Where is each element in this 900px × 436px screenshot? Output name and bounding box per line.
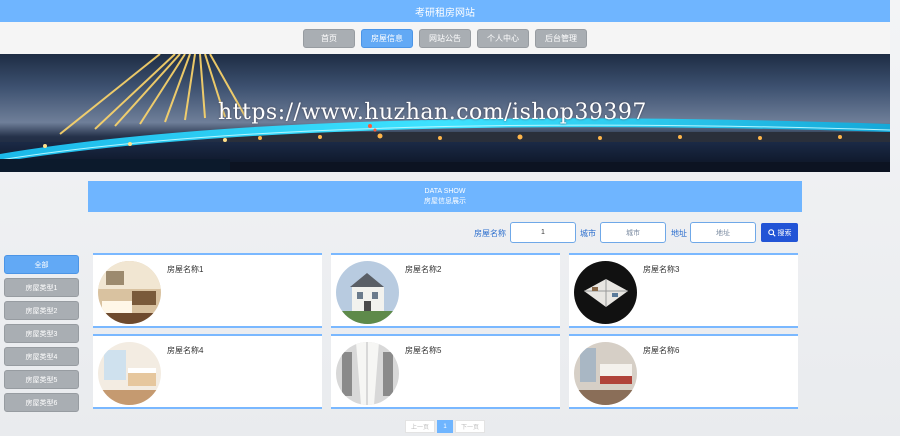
category-type-5[interactable]: 房屋类型5 (4, 370, 79, 389)
house-card[interactable]: 房屋名称5 (331, 334, 560, 409)
site-title-bar: 考研租房网站 (0, 0, 890, 22)
house-photo[interactable] (574, 261, 637, 324)
house-photo[interactable] (336, 342, 399, 405)
nav-personal-center[interactable]: 个人中心 (477, 28, 529, 48)
section-title-cn: 房屋信息展示 (424, 197, 466, 205)
house-photo[interactable] (574, 342, 637, 405)
main-nav: 首页 房屋信息 网站公告 个人中心 后台管理 (0, 22, 890, 54)
house-card[interactable]: 房屋名称4 (93, 334, 322, 409)
nav-house-info[interactable]: 房屋信息 (361, 28, 413, 48)
house-name: 房屋名称4 (167, 346, 204, 355)
prev-page-button[interactable]: 上一页 (405, 420, 435, 433)
search-button-label: 搜索 (777, 229, 792, 237)
category-type-4[interactable]: 房屋类型4 (4, 347, 79, 366)
category-all[interactable]: 全部 (4, 255, 79, 274)
city-input[interactable]: 城市 (600, 222, 666, 243)
section-header: DATA SHOW 房屋信息展示 (88, 181, 802, 212)
watermark-url: https://www.huzhan.com/ishop39397 (218, 100, 647, 125)
category-sidebar: 全部 房屋类型1 房屋类型2 房屋类型3 房屋类型4 房屋类型5 房屋类型6 (4, 255, 79, 416)
nav-admin[interactable]: 后台管理 (535, 28, 587, 48)
category-type-2[interactable]: 房屋类型2 (4, 301, 79, 320)
house-card[interactable]: 房屋名称1 (93, 253, 322, 328)
house-card[interactable]: 房屋名称6 (569, 334, 798, 409)
house-card[interactable]: 房屋名称2 (331, 253, 560, 328)
search-address-label: 地址 (671, 229, 687, 238)
house-photo[interactable] (98, 261, 161, 324)
search-button[interactable]: 搜索 (761, 223, 798, 242)
search-name-label: 房屋名称 (474, 229, 506, 238)
category-type-1[interactable]: 房屋类型1 (4, 278, 79, 297)
house-card[interactable]: 房屋名称3 (569, 253, 798, 328)
page-number-current[interactable]: 1 (437, 420, 453, 433)
house-name: 房屋名称2 (405, 265, 442, 274)
house-name: 房屋名称5 (405, 346, 442, 355)
section-title-en: DATA SHOW (424, 187, 466, 195)
search-city-label: 城市 (580, 229, 596, 238)
house-name: 房屋名称3 (643, 265, 680, 274)
category-type-6[interactable]: 房屋类型6 (4, 393, 79, 412)
house-name: 房屋名称1 (167, 265, 204, 274)
search-icon (767, 228, 776, 237)
site-title: 考研租房网站 (415, 7, 475, 19)
house-name-input[interactable]: 1 (510, 222, 576, 243)
hero-banner: https://www.huzhan.com/ishop39397 (0, 54, 890, 172)
house-photo[interactable] (98, 342, 161, 405)
next-page-button[interactable]: 下一页 (455, 420, 485, 433)
house-name: 房屋名称6 (643, 346, 680, 355)
house-photo[interactable] (336, 261, 399, 324)
nav-announcements[interactable]: 网站公告 (419, 28, 471, 48)
nav-home[interactable]: 首页 (303, 28, 355, 48)
category-type-3[interactable]: 房屋类型3 (4, 324, 79, 343)
address-input[interactable]: 地址 (690, 222, 756, 243)
pagination: 上一页 1 下一页 (405, 420, 485, 433)
